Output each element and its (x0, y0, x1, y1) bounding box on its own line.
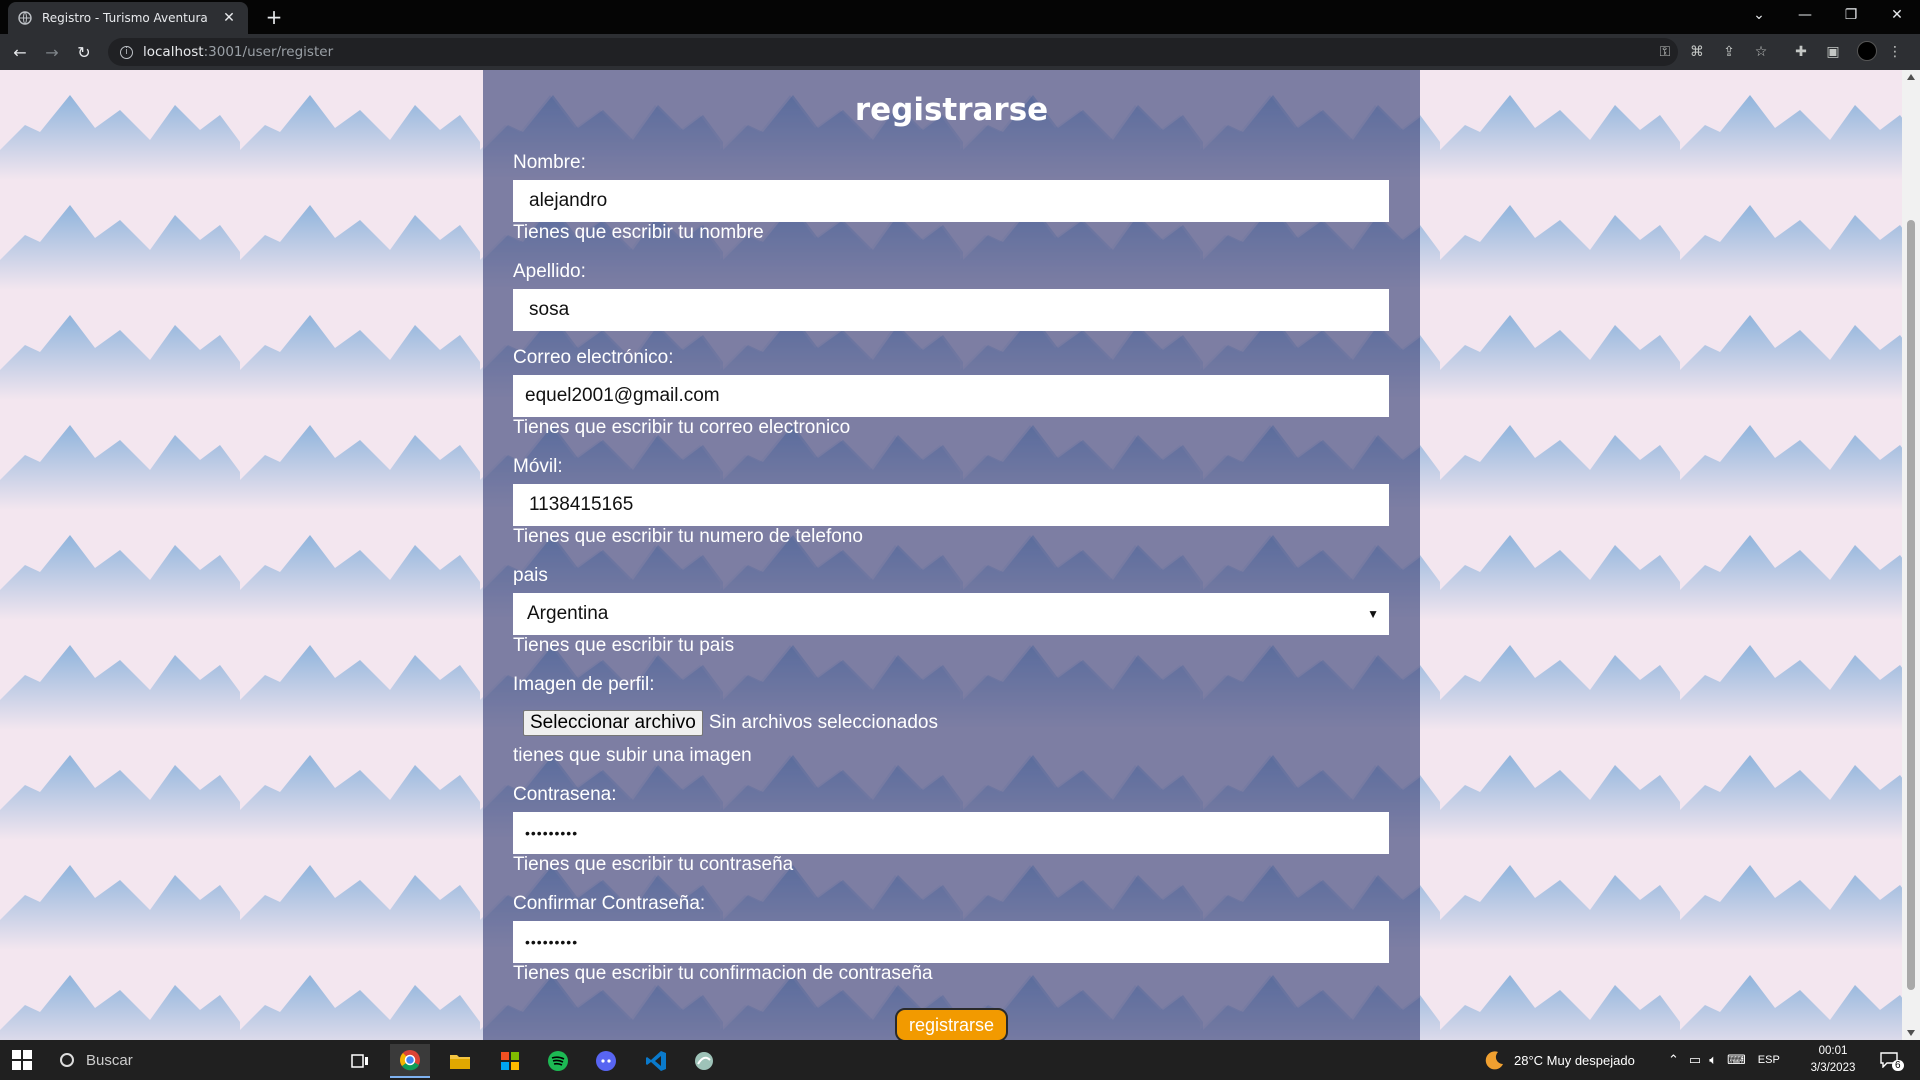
file-explorer-icon[interactable] (440, 1044, 480, 1078)
contrasena-input[interactable]: ••••••••• (513, 812, 1389, 854)
new-tab-icon[interactable]: + (262, 5, 286, 29)
menu-dots-icon[interactable]: ⋮ (1886, 43, 1904, 61)
movil-input[interactable]: 1138415165 (513, 484, 1389, 526)
taskbar-search-placeholder: Buscar (86, 1051, 133, 1069)
correo-input[interactable]: equel2001@gmail.com (513, 375, 1389, 417)
register-form-panel: registrarse Nombre: alejandro Tienes que… (483, 70, 1420, 1040)
form-title: registrarse (854, 92, 1049, 128)
confirmar-label: Confirmar Contraseña: (513, 893, 706, 914)
register-form: registrarse Nombre: alejandro Tienes que… (483, 70, 1420, 1040)
profile-avatar[interactable] (1857, 41, 1877, 61)
browser-tab[interactable]: Registro - Turismo Aventura ✕ (8, 2, 248, 34)
nombre-error: Tienes que escribir tu nombre (513, 222, 764, 243)
confirmar-error: Tienes que escribir tu confirmacion de c… (513, 963, 933, 984)
weather-text: 28°C Muy despejado (1514, 1052, 1635, 1068)
apellido-label: Apellido: (513, 261, 586, 282)
clock-time: 00:01 (1818, 1045, 1848, 1057)
bookmark-star-icon[interactable]: ☆ (1752, 43, 1770, 61)
back-arrow-icon[interactable]: ← (8, 40, 32, 64)
movil-label: Móvil: (513, 456, 563, 477)
app-parrot-icon[interactable] (684, 1044, 724, 1078)
address-bar[interactable]: i localhost:3001/user/register (108, 38, 1678, 66)
taskbar-search-box[interactable]: Buscar (50, 1044, 340, 1076)
language-indicator[interactable]: ESP (1758, 1054, 1780, 1066)
search-icon (60, 1053, 74, 1067)
task-view-icon[interactable] (340, 1044, 380, 1078)
url-host: localhost (143, 44, 204, 60)
apellido-input[interactable]: sosa (513, 289, 1389, 331)
url-path: :3001/user/register (203, 44, 334, 60)
notification-center[interactable]: 6 (1880, 1040, 1904, 1080)
discord-icon[interactable] (586, 1044, 626, 1078)
page-scrollbar[interactable] (1902, 70, 1920, 1040)
chrome-icon[interactable] (390, 1044, 430, 1078)
volume-icon[interactable]: 🔈︎ (1709, 1052, 1717, 1068)
imagen-file-input: Seleccionar archivo Sin archivos selecci… (523, 710, 938, 736)
chevron-down-icon: ▼ (1367, 607, 1379, 621)
spotify-icon[interactable] (538, 1044, 578, 1078)
tab-close-icon[interactable]: ✕ (220, 10, 238, 26)
scroll-down-icon[interactable] (1907, 1030, 1915, 1036)
restore-icon[interactable]: ❐ (1828, 0, 1874, 30)
moon-icon (1485, 1051, 1503, 1070)
windows-start-icon[interactable] (12, 1050, 32, 1070)
keyboard-icon[interactable]: ⌨ (1727, 1052, 1746, 1068)
share-icon[interactable]: ⇪ (1720, 43, 1738, 61)
translate-icon[interactable]: ⌘ (1688, 43, 1706, 61)
minimize-icon[interactable]: — (1782, 0, 1828, 30)
correo-error: Tienes que escribir tu correo electronic… (513, 417, 851, 438)
url-text: localhost:3001/user/register (143, 44, 333, 60)
windows-taskbar: Buscar 28°C Muy despejado ⌃ ▭ 🔈︎ ⌨ ESP 0… (0, 1040, 1920, 1080)
correo-label: Correo electrónico: (513, 347, 674, 368)
nombre-label: Nombre: (513, 152, 586, 173)
register-submit-button[interactable]: registrarse (895, 1008, 1008, 1040)
page-viewport: registrarse Nombre: alejandro Tienes que… (0, 70, 1920, 1040)
tab-search-icon[interactable]: ⌄ (1736, 0, 1782, 30)
forward-arrow-icon[interactable]: → (40, 40, 64, 64)
clock-date: 3/3/2023 (1810, 1062, 1856, 1074)
scroll-up-icon[interactable] (1907, 74, 1915, 80)
vscode-icon[interactable] (636, 1044, 676, 1078)
window-close-icon[interactable]: ✕ (1874, 0, 1920, 30)
site-info-icon[interactable]: i (120, 45, 133, 59)
imagen-error: tienes que subir una imagen (513, 745, 752, 766)
network-icon[interactable]: ▭ (1689, 1052, 1701, 1068)
nombre-input[interactable]: alejandro (513, 180, 1389, 222)
pais-selected-value: Argentina (527, 603, 609, 624)
contrasena-label: Contrasena: (513, 784, 617, 805)
browser-tab-strip: Registro - Turismo Aventura ✕ + ⌄ — ❐ ✕ (0, 0, 1920, 34)
movil-error: Tienes que escribir tu numero de telefon… (513, 526, 863, 547)
pais-select[interactable]: Argentina ▼ (513, 593, 1389, 635)
clock[interactable]: 00:01 3/3/2023 (1808, 1043, 1858, 1077)
globe-icon (18, 11, 32, 25)
side-panel-icon[interactable]: ▣ (1824, 43, 1842, 61)
reload-icon[interactable]: ↻ (72, 40, 96, 64)
pais-label: pais (513, 565, 548, 586)
select-file-button[interactable]: Seleccionar archivo (523, 710, 703, 736)
tray-icons: ⌃ ▭ 🔈︎ ⌨ ESP (1668, 1040, 1780, 1080)
key-icon[interactable]: ⚿ (1656, 43, 1674, 61)
notification-count: 6 (1892, 1059, 1904, 1071)
tab-title: Registro - Turismo Aventura (42, 11, 208, 25)
pais-error: Tienes que escribir tu pais (513, 635, 735, 656)
chevron-up-icon[interactable]: ⌃ (1668, 1052, 1679, 1068)
contrasena-error: Tienes que escribir tu contraseña (513, 854, 794, 875)
store-icon[interactable] (490, 1044, 530, 1078)
weather-widget[interactable]: 28°C Muy despejado (1484, 1040, 1635, 1080)
confirmar-input[interactable]: ••••••••• (513, 921, 1389, 963)
browser-toolbar: ← → ↻ i localhost:3001/user/register ⚿ ⌘… (0, 34, 1920, 70)
imagen-label: Imagen de perfil: (513, 674, 655, 695)
file-status-text: Sin archivos seleccionados (708, 712, 938, 733)
scrollbar-thumb[interactable] (1907, 220, 1915, 990)
extensions-icon[interactable]: ✚ (1792, 43, 1810, 61)
